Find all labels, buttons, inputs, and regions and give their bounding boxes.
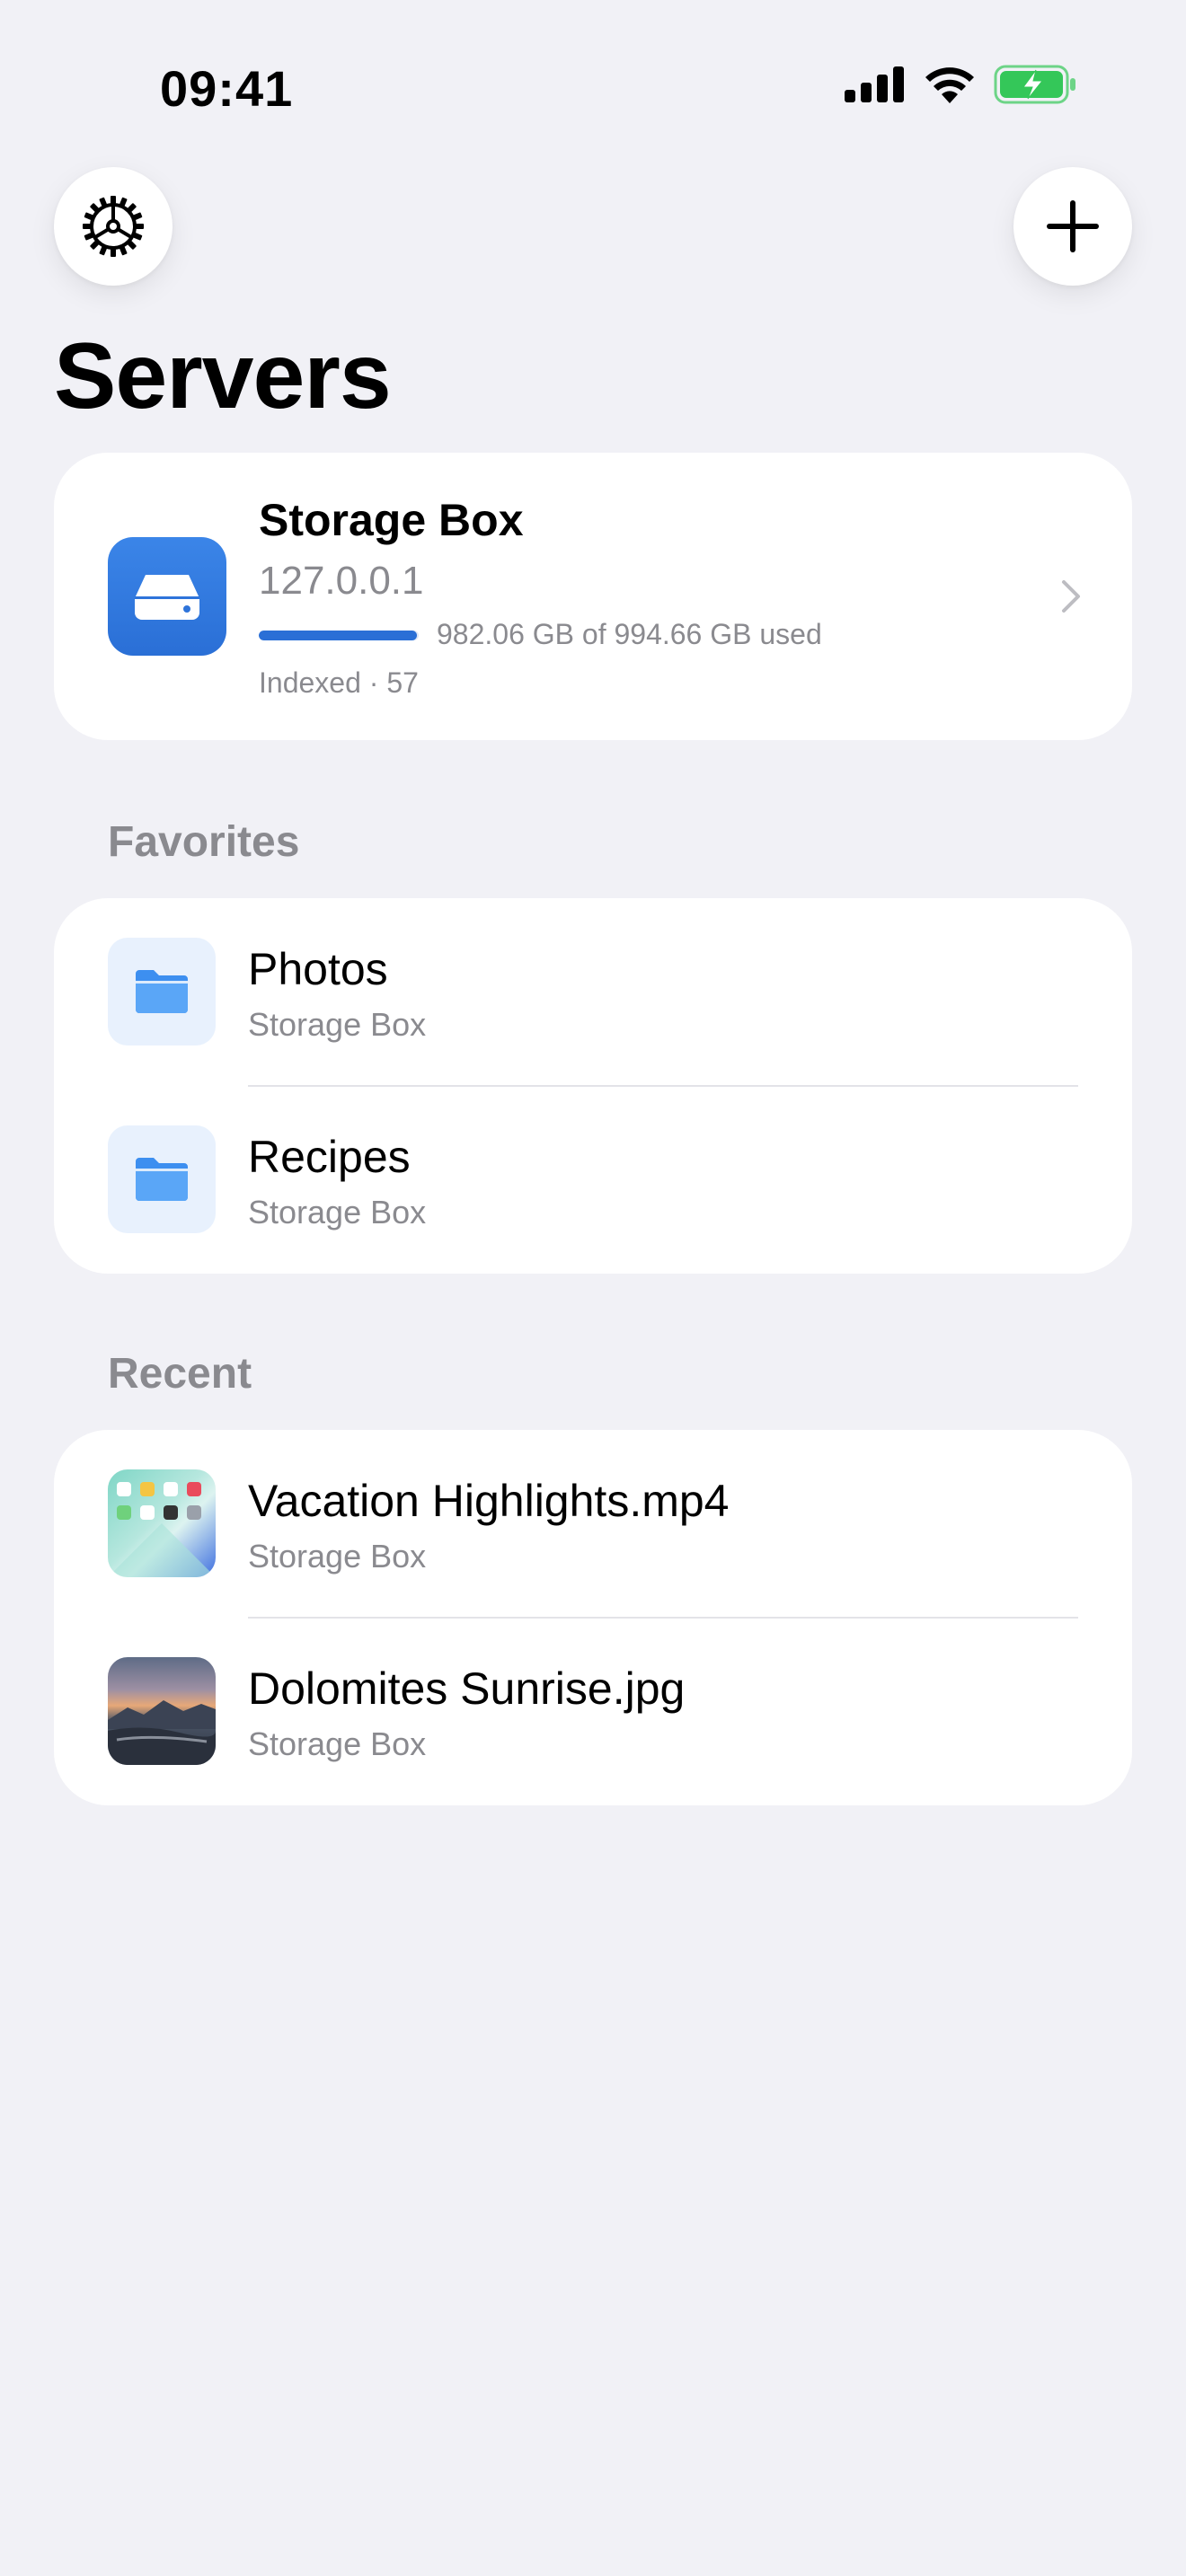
folder-icon-tile: [108, 1125, 216, 1233]
recent-file-server: Storage Box: [248, 1538, 427, 1575]
drive-icon: [135, 575, 199, 620]
storage-usage-text: 982.06 GB of 994.66 GB used: [437, 618, 822, 650]
mountain-thumbnail: [108, 1700, 216, 1765]
recent-file-name: Dolomites Sunrise.jpg: [248, 1663, 686, 1714]
folder-icon: [136, 970, 188, 1013]
status-time: 09:41: [160, 60, 294, 117]
battery-charging-icon: [994, 65, 1075, 104]
video-thumbnail: [108, 1469, 216, 1577]
server-name: Storage Box: [259, 495, 524, 545]
favorite-server: Storage Box: [248, 1006, 427, 1043]
gear-icon: [83, 196, 144, 257]
recent-section-title: Recent: [108, 1350, 252, 1398]
folder-icon-tile: [108, 938, 216, 1045]
storage-usage-bar: [259, 631, 419, 640]
recent-item-video[interactable]: Vacation Highlights.mp4 Storage Box: [54, 1430, 1132, 1619]
server-address: 127.0.0.1: [259, 559, 424, 603]
signal-icon: [845, 66, 904, 102]
indexed-count: Indexed · 57: [259, 666, 419, 699]
recent-item-photo[interactable]: Dolomites Sunrise.jpg Storage Box: [54, 1618, 1132, 1805]
favorite-name: Photos: [248, 944, 388, 994]
status-bar: 09:41: [0, 0, 1186, 135]
recent-list: Vacation Highlights.mp4 Storage Box Dolo…: [54, 1430, 1132, 1805]
add-server-button[interactable]: [1013, 167, 1132, 286]
favorites-list: Photos Storage Box Recipes Storage Box: [54, 898, 1132, 1274]
chevron-right-icon: [1062, 580, 1080, 613]
folder-icon: [136, 1158, 188, 1201]
page-title: Servers: [54, 324, 392, 428]
server-icon: [108, 537, 226, 656]
recent-file-name: Vacation Highlights.mp4: [248, 1476, 730, 1526]
favorite-name: Recipes: [248, 1132, 411, 1182]
photo-thumbnail: [108, 1657, 216, 1765]
app-grid-thumbnail: [108, 1482, 216, 1577]
plus-icon: [1047, 200, 1099, 252]
recent-file-server: Storage Box: [248, 1725, 427, 1762]
storage-usage-fill: [259, 631, 417, 640]
favorite-item-recipes[interactable]: Recipes Storage Box: [54, 1086, 1132, 1274]
favorite-server: Storage Box: [248, 1194, 427, 1231]
server-card[interactable]: Storage Box 127.0.0.1 982.06 GB of 994.6…: [54, 453, 1132, 740]
status-icons: [845, 65, 1078, 104]
favorites-section-title: Favorites: [108, 818, 300, 866]
favorite-item-photos[interactable]: Photos Storage Box: [54, 898, 1132, 1087]
wifi-icon: [925, 67, 974, 103]
screen: 09:41 Servers Storage Box 127.0.0.1 982.…: [0, 0, 1186, 2576]
settings-button[interactable]: [54, 167, 173, 286]
